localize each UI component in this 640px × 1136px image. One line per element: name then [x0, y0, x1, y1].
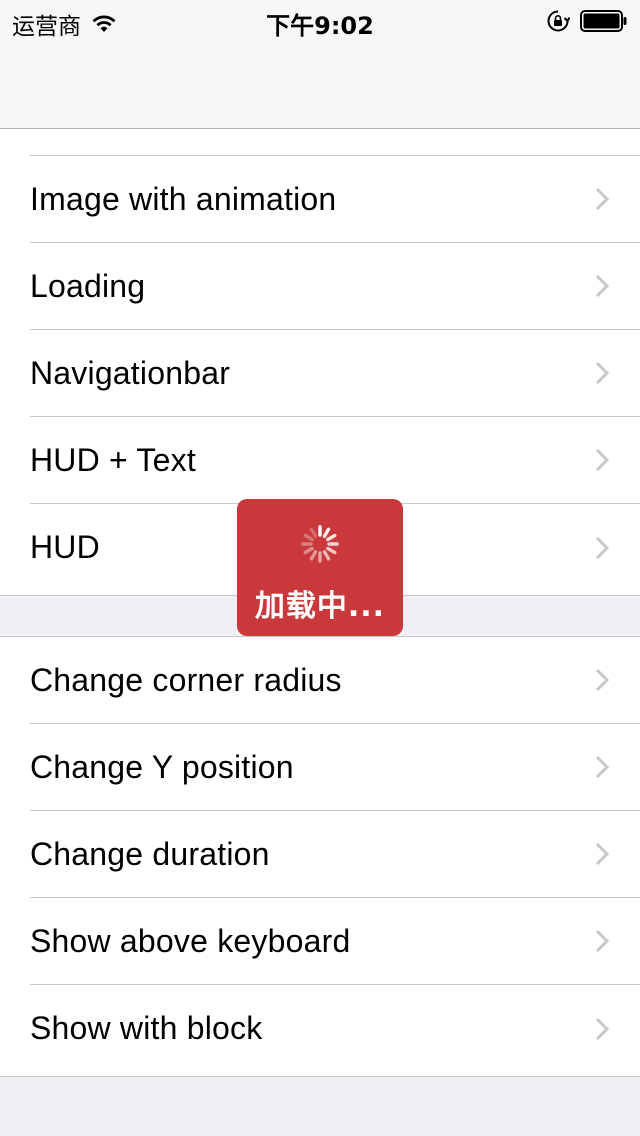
row-label: Change corner radius [30, 661, 342, 698]
row-label: Image with animation [30, 180, 337, 217]
status-right [546, 9, 628, 33]
row-label: Change Y position [30, 748, 294, 785]
chevron-right-icon [595, 929, 610, 953]
row-loading[interactable]: Loading [0, 243, 640, 330]
row-label: Change duration [30, 835, 270, 872]
chevron-right-icon [595, 668, 610, 692]
row-change-corner-radius[interactable]: Change corner radius [0, 637, 640, 724]
battery-icon [580, 10, 627, 32]
row-label: Navigationbar [30, 354, 231, 391]
screen: 运营商 下午9:02 Image with animation Loading … [0, 0, 640, 1136]
status-bar: 运营商 下午9:02 [0, 0, 640, 40]
row-show-above-keyboard[interactable]: Show above keyboard [0, 898, 640, 985]
table-section-2: Change corner radius Change Y position C… [0, 636, 640, 1077]
loading-hud: 加载中... [237, 499, 403, 636]
row-image-with-animation[interactable]: Image with animation [0, 156, 640, 243]
hud-text: 加载中... [254, 589, 386, 624]
chevron-right-icon [595, 1017, 610, 1040]
chevron-right-icon [595, 187, 610, 211]
row-label: HUD + Text [30, 441, 196, 478]
chevron-right-icon [595, 536, 610, 559]
row-navigationbar[interactable]: Navigationbar [0, 330, 640, 417]
row-label: Show with block [30, 1010, 263, 1046]
spinner-icon [301, 525, 339, 563]
row-show-with-block[interactable]: Show with block [0, 985, 640, 1072]
chevron-right-icon [595, 274, 610, 298]
chevron-right-icon [595, 448, 610, 472]
chevron-right-icon [595, 361, 610, 385]
lock-rotation-icon [547, 10, 570, 32]
status-time: 下午9:02 [266, 12, 374, 40]
row-label: Show above keyboard [30, 922, 351, 959]
row-change-duration[interactable]: Change duration [0, 811, 640, 898]
row-hud-text[interactable]: HUD + Text [0, 417, 640, 504]
chevron-right-icon [595, 842, 610, 866]
row-label: Loading [30, 267, 146, 304]
chevron-right-icon [595, 755, 610, 779]
row-change-y-position[interactable]: Change Y position [0, 724, 640, 811]
navigation-bar [0, 40, 640, 129]
partial-row-top [30, 129, 640, 156]
